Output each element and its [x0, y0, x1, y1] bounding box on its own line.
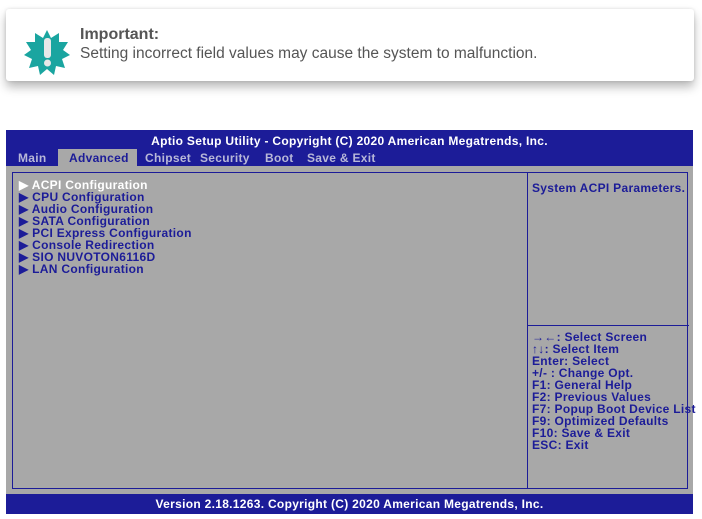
content-frame: ▶ ACPI Configuration ▶ CPU Configuration…	[12, 172, 696, 489]
bios-body: ▶ ACPI Configuration ▶ CPU Configuration…	[6, 166, 696, 494]
bios-title: Aptio Setup Utility - Copyright (C) 2020…	[151, 134, 548, 148]
key-legend: →←: Select Screen ↑↓: Select Item Enter:…	[532, 331, 696, 451]
menu-item-lan[interactable]: ▶ LAN Configuration	[19, 263, 192, 275]
tab-chipset[interactable]: Chipset	[137, 149, 200, 166]
tab-boot[interactable]: Boot	[265, 149, 307, 166]
help-divider	[527, 325, 689, 326]
important-notice: Important: Setting incorrect field value…	[6, 9, 694, 81]
bios-setup-window: Aptio Setup Utility - Copyright (C) 2020…	[6, 130, 696, 514]
tab-save-exit[interactable]: Save & Exit	[307, 149, 387, 166]
bios-footer: Version 2.18.1263. Copyright (C) 2020 Am…	[155, 497, 544, 511]
submenu-arrow-icon: ▶	[19, 262, 29, 276]
tab-bar: Main Advanced Chipset Security Boot Save…	[6, 149, 387, 166]
menu-item-label: LAN Configuration	[32, 262, 144, 276]
tab-advanced[interactable]: Advanced	[58, 149, 137, 166]
panel-divider	[527, 173, 528, 488]
key-hint: ESC: Exit	[532, 438, 589, 452]
advanced-menu: ▶ ACPI Configuration ▶ CPU Configuration…	[19, 179, 192, 275]
tab-security[interactable]: Security	[200, 149, 265, 166]
notice-text: Setting incorrect field values may cause…	[80, 45, 538, 62]
help-text: System ACPI Parameters.	[532, 181, 686, 195]
warning-badge-icon	[24, 30, 70, 75]
notice-title: Important:	[80, 26, 160, 43]
tab-main[interactable]: Main	[6, 149, 58, 166]
